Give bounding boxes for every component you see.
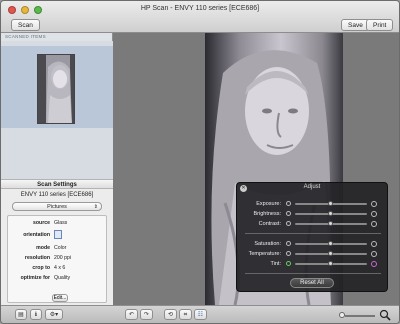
slider-label: Tint: bbox=[270, 261, 282, 267]
scan-button[interactable]: Scan bbox=[11, 19, 40, 31]
temperature-slider-row: Temperature: bbox=[237, 250, 387, 258]
option-value: 4 x 6 bbox=[54, 265, 66, 271]
preset-selected: Pictures bbox=[47, 204, 67, 210]
brightness-low-icon bbox=[286, 211, 291, 216]
saturation-low-icon bbox=[286, 241, 291, 246]
rotate-left-icon[interactable]: ↶ bbox=[125, 309, 138, 320]
edit-settings-button[interactable]: Edit... bbox=[52, 294, 68, 302]
scanned-items-list bbox=[1, 41, 113, 181]
printer-name: ENVY 110 series [ECE686] bbox=[20, 192, 94, 198]
hp-scan-window: HP Scan - ENVY 110 series [ECE686] Scan … bbox=[0, 0, 400, 324]
slider-label: Saturation: bbox=[254, 241, 281, 247]
brightness-high-icon bbox=[371, 211, 377, 217]
window-title: HP Scan - ENVY 110 series [ECE686] bbox=[140, 5, 260, 12]
brightness-slider[interactable] bbox=[295, 211, 367, 216]
tab-view-icon[interactable]: ▤ bbox=[15, 309, 27, 320]
exposure-slider-row: Exposure: bbox=[237, 200, 387, 208]
slider-knob[interactable] bbox=[328, 251, 333, 256]
zoom-slider[interactable] bbox=[345, 315, 375, 317]
saturation-high-icon bbox=[371, 241, 377, 247]
option-key: crop to bbox=[32, 265, 50, 271]
reset-all-button[interactable]: Reset All bbox=[290, 278, 334, 288]
tint-slider-row: Tint: bbox=[237, 260, 387, 268]
title-bar: HP Scan - ENVY 110 series [ECE686] Scan … bbox=[1, 1, 399, 33]
contrast-slider[interactable] bbox=[295, 221, 367, 226]
gear-icon[interactable]: ⚙▾ bbox=[45, 309, 63, 320]
temperature-high-icon bbox=[371, 251, 377, 257]
contrast-high-icon bbox=[371, 221, 377, 227]
slider-knob[interactable] bbox=[328, 211, 333, 216]
rotate-icon[interactable]: ⟲ bbox=[164, 309, 177, 320]
option-key: mode bbox=[36, 245, 50, 251]
slider-knob[interactable] bbox=[328, 241, 333, 246]
exposure-slider[interactable] bbox=[295, 201, 367, 206]
temperature-low-icon bbox=[286, 251, 291, 256]
orientation-icon[interactable] bbox=[54, 230, 62, 239]
option-value: 200 ppi bbox=[54, 255, 72, 261]
preview-area[interactable]: ✕ Adjust Exposure: Brightness: Contrast: bbox=[113, 33, 399, 305]
slider-knob[interactable] bbox=[328, 261, 333, 266]
tint-green-icon bbox=[286, 261, 291, 266]
exposure-high-icon bbox=[371, 201, 377, 207]
rotate-right-icon[interactable]: ↷ bbox=[140, 309, 153, 320]
exposure-low-icon bbox=[286, 201, 291, 206]
dropdown-arrows-icon: ⇕ bbox=[93, 204, 98, 210]
adjust-title: Adjust bbox=[303, 184, 321, 190]
brightness-slider-row: Brightness: bbox=[237, 210, 387, 218]
tint-slider[interactable] bbox=[295, 261, 367, 266]
saturation-slider[interactable] bbox=[295, 241, 367, 246]
slider-label: Temperature: bbox=[248, 251, 281, 257]
temperature-slider[interactable] bbox=[295, 251, 367, 256]
option-value: Color bbox=[54, 245, 67, 251]
scan-settings-header: Scan Settings bbox=[1, 179, 113, 189]
info-icon[interactable]: ℹ bbox=[30, 309, 42, 320]
option-value: Glass bbox=[54, 220, 68, 226]
tint-magenta-icon bbox=[371, 261, 377, 267]
preset-dropdown[interactable]: Pictures ⇕ bbox=[12, 202, 102, 211]
saturation-slider-row: Saturation: bbox=[237, 240, 387, 248]
scan-options-box: source Glass orientation mode Color reso… bbox=[7, 215, 107, 303]
slider-label: Brightness: bbox=[253, 211, 281, 217]
contrast-slider-row: Contrast: bbox=[237, 220, 387, 228]
option-key: optimize for bbox=[20, 275, 50, 281]
scanned-item-selected[interactable] bbox=[1, 46, 113, 128]
slider-label: Exposure: bbox=[256, 201, 281, 207]
separator bbox=[245, 273, 381, 274]
option-key: resolution bbox=[24, 255, 50, 261]
separator bbox=[245, 233, 381, 234]
bottom-toolbar: ▤ ℹ ⚙▾ ↶ ↷ ⟲ ⌗ ☷ bbox=[1, 305, 399, 323]
slider-knob[interactable] bbox=[328, 221, 333, 226]
contrast-low-icon bbox=[286, 221, 291, 226]
adjust-icon[interactable]: ☷ bbox=[194, 309, 207, 320]
adjust-panel: ✕ Adjust Exposure: Brightness: Contrast: bbox=[236, 182, 388, 292]
zoom-icon[interactable] bbox=[379, 309, 391, 321]
crop-icon[interactable]: ⌗ bbox=[179, 309, 192, 320]
slider-label: Contrast: bbox=[258, 221, 281, 227]
scan-settings-panel: Scan Settings ENVY 110 series [ECE686] P… bbox=[1, 179, 113, 305]
sidebar: SCANNED ITEMS Scan Settings ENVY 110 ser bbox=[1, 33, 113, 305]
scan-thumbnail[interactable] bbox=[37, 54, 75, 124]
slider-knob[interactable] bbox=[328, 201, 333, 206]
option-key: orientation bbox=[23, 232, 50, 238]
option-value: Quality bbox=[54, 275, 71, 281]
option-key: source bbox=[32, 220, 50, 226]
print-button[interactable]: Print bbox=[366, 19, 394, 31]
zoom-slider-knob[interactable] bbox=[339, 312, 345, 318]
scanned-items-header: SCANNED ITEMS bbox=[1, 33, 112, 41]
